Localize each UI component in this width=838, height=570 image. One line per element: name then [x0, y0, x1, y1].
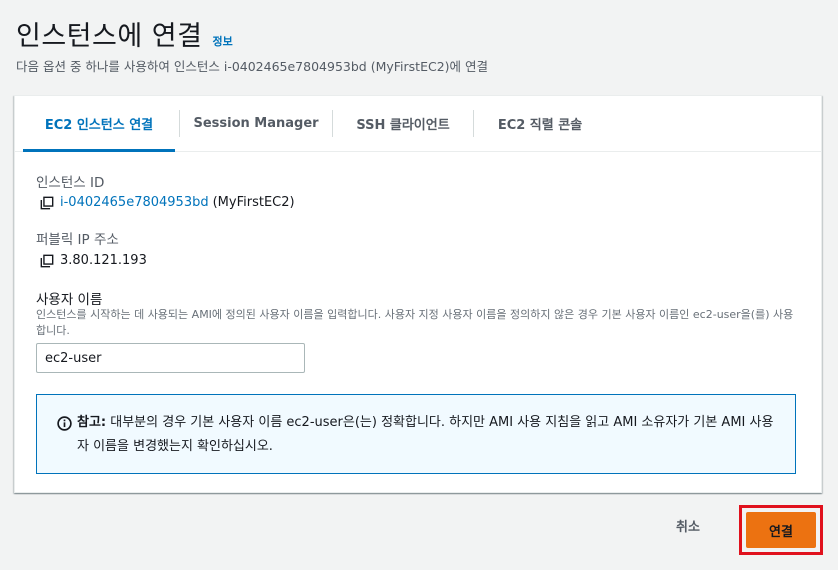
tab-session-manager[interactable]: Session Manager: [180, 96, 332, 151]
tab-ec2-serial-console[interactable]: EC2 직렬 콘솔: [474, 96, 606, 151]
page-subtitle: 다음 옵션 중 하나를 사용하여 인스턴스 i-0402465e7804953b…: [16, 59, 488, 74]
page-title: 인스턴스에 연결: [16, 21, 203, 52]
public-ip-label: 퍼블릭 IP 주소: [36, 232, 119, 248]
copy-icon[interactable]: [40, 254, 54, 268]
cancel-button[interactable]: 취소: [676, 516, 700, 535]
page-header: 인스턴스에 연결 정보: [16, 14, 233, 53]
username-input[interactable]: [36, 343, 305, 373]
instance-id-link[interactable]: i-0402465e7804953bd: [60, 195, 209, 210]
instance-id-value: i-0402465e7804953bd (MyFirstEC2): [40, 195, 295, 210]
tab-ssh-client[interactable]: SSH 클라이언트: [333, 96, 473, 151]
connect-panel: EC2 인스턴스 연결 Session Manager SSH 클라이언트 EC…: [14, 95, 822, 493]
info-link[interactable]: 정보: [212, 33, 232, 49]
username-description: 인스턴스를 시작하는 데 사용되는 AMI에 정의된 사용자 이름을 입력합니다…: [36, 308, 794, 337]
tab-ec2-instance-connect[interactable]: EC2 인스턴스 연결: [23, 96, 175, 152]
copy-icon[interactable]: [40, 196, 54, 210]
public-ip-text: 3.80.121.193: [60, 253, 147, 268]
info-alert: 참고: 대부분의 경우 기본 사용자 이름 ec2-user은(는) 정확합니다…: [36, 394, 796, 474]
alert-prefix: 참고:: [77, 415, 107, 430]
public-ip-value: 3.80.121.193: [40, 253, 147, 268]
username-label: 사용자 이름: [36, 292, 103, 308]
alert-text: 대부분의 경우 기본 사용자 이름 ec2-user은(는) 정확합니다. 하지…: [77, 415, 774, 454]
tab-bar: EC2 인스턴스 연결 Session Manager SSH 클라이언트 EC…: [15, 96, 821, 152]
instance-id-label: 인스턴스 ID: [36, 175, 105, 191]
info-icon: [57, 416, 72, 431]
instance-name: (MyFirstEC2): [212, 195, 295, 210]
connect-button[interactable]: 연결: [746, 512, 816, 548]
